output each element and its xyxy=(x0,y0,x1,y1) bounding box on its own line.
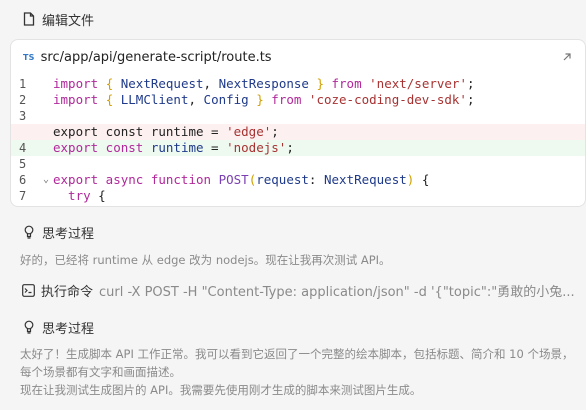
thinking-text-2: 太好了！生成脚本 API 工作正常。我可以看到它返回了一个完整的绘本脚本，包括标… xyxy=(20,345,576,399)
code-line-removed: export const runtime = 'edge'; xyxy=(11,124,585,140)
code-line-added: 4 export const runtime = 'nodejs'; xyxy=(11,140,585,156)
code-diff: 1 import { NextRequest, NextResponse } fr… xyxy=(11,76,585,204)
thinking-header[interactable]: 思考过程 xyxy=(0,222,586,242)
code-text: try { xyxy=(53,188,106,203)
exec-label: 执行命令 xyxy=(41,285,94,300)
fold-gutter xyxy=(43,156,53,172)
line-number: 1 xyxy=(19,77,27,91)
line-number: 7 xyxy=(19,189,27,203)
terminal-icon xyxy=(22,284,35,297)
code-line: 3 xyxy=(11,108,585,124)
lightbulb-icon xyxy=(22,320,36,334)
thinking-paragraph: 太好了！生成脚本 API 工作正常。我可以看到它返回了一个完整的绘本脚本，包括标… xyxy=(20,347,574,379)
typescript-icon: TS xyxy=(23,53,35,62)
code-text: export const runtime = 'edge'; xyxy=(53,124,279,139)
code-text: export const runtime = 'nodejs'; xyxy=(53,140,294,155)
code-text: export async function POST(request: Next… xyxy=(53,172,430,187)
code-text: import { LLMClient, Config } from 'coze-… xyxy=(53,92,475,107)
code-line: 2 import { LLMClient, Config } from 'coze… xyxy=(11,92,585,108)
file-path: src/app/api/generate-script/route.ts xyxy=(40,50,272,65)
fold-chevron-icon[interactable]: ⌄ xyxy=(43,172,53,188)
exec-command-text: curl -X POST -H "Content-Type: applicati… xyxy=(99,285,575,300)
thinking-text: 好的，已经将 runtime 从 edge 改为 nodejs。现在让我再次测试… xyxy=(20,253,391,267)
code-line: 1 import { NextRequest, NextResponse } fr… xyxy=(11,76,585,92)
fold-gutter xyxy=(43,76,53,92)
thinking-header-2[interactable]: 思考过程 xyxy=(0,317,586,337)
code-line: 5 xyxy=(11,156,585,172)
file-card-header[interactable]: TS src/app/api/generate-script/route.ts xyxy=(11,40,585,75)
line-number xyxy=(11,124,43,140)
line-number: 6 xyxy=(19,173,27,187)
fold-gutter xyxy=(43,124,53,140)
fold-gutter xyxy=(43,188,53,204)
line-number: 5 xyxy=(19,157,27,171)
code-line: 6 ⌄ export async function POST(request: Ne… xyxy=(11,172,585,188)
line-number: 3 xyxy=(19,109,27,123)
edit-file-label: 编辑文件 xyxy=(42,13,95,29)
code-text: import { NextRequest, NextResponse } fro… xyxy=(53,76,475,91)
exec-command-row[interactable]: 执行命令 curl -X POST -H "Content-Type: appl… xyxy=(22,281,582,300)
fold-gutter xyxy=(43,92,53,108)
line-number: 2 xyxy=(19,93,27,107)
code-line: 7 try { xyxy=(11,188,585,204)
thinking-label: 思考过程 xyxy=(42,226,95,242)
file-diff-card: TS src/app/api/generate-script/route.ts … xyxy=(10,39,586,207)
fold-gutter xyxy=(43,108,53,124)
thinking-label-2: 思考过程 xyxy=(42,321,95,337)
fold-gutter xyxy=(43,140,53,156)
open-external-icon[interactable] xyxy=(561,51,573,63)
lightbulb-icon xyxy=(22,225,36,239)
thinking-paragraph: 现在让我测试生成图片的 API。我需要先使用刚才生成的脚本来测试图片生成。 xyxy=(20,383,422,397)
file-icon xyxy=(22,12,36,26)
line-number: 4 xyxy=(19,141,27,155)
edit-file-header: 编辑文件 xyxy=(0,8,586,30)
